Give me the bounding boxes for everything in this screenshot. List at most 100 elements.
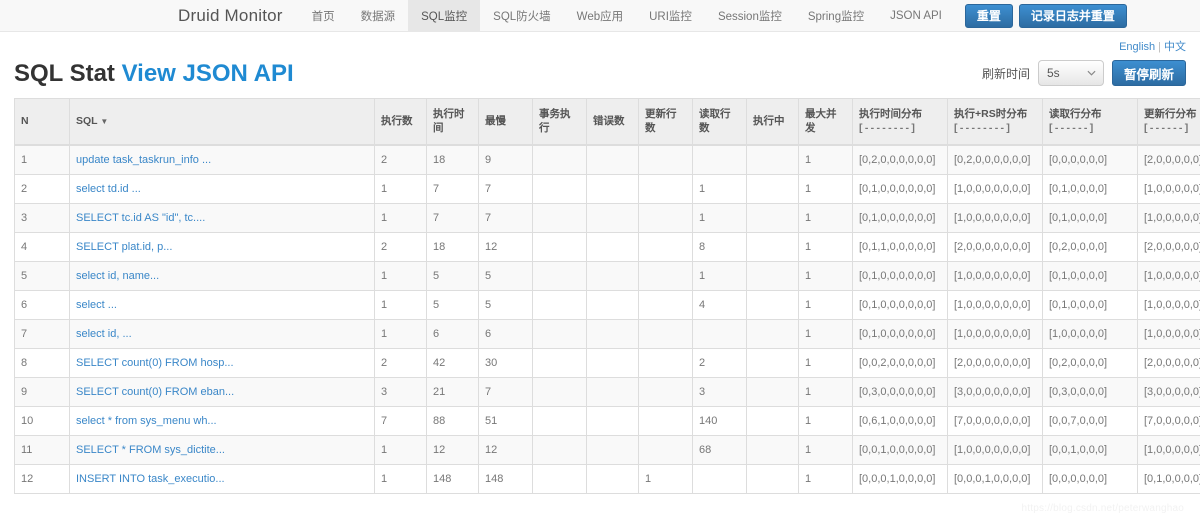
app-brand[interactable]: Druid Monitor [178,0,299,31]
pause-refresh-button[interactable]: 暂停刷新 [1112,60,1186,86]
cell-exec_time_hist: [0,3,0,0,0,0,0,0] [853,377,948,406]
cell-exec_time: 5 [427,261,479,290]
col-header-exec_rs_hist[interactable]: 执行+RS时分布[ - - - - - - - - ] [948,99,1043,145]
cell-tx_exec [533,435,587,464]
cell-error_count [587,435,639,464]
cell-tx_exec [533,203,587,232]
col-header-update_rows[interactable]: 更新行数 [639,99,693,145]
sql-detail-link[interactable]: SELECT tc.id AS "id", tc.... [76,212,205,224]
page-title-text: SQL Stat [14,60,115,87]
cell-max_concurrent: 1 [799,464,853,493]
col-header-max_concurrent[interactable]: 最大并发 [799,99,853,145]
lang-english-link[interactable]: English [1119,41,1155,53]
cell-sql: select td.id ... [70,174,375,203]
cell-sql: SELECT tc.id AS "id", tc.... [70,203,375,232]
cell-slowest: 7 [479,174,533,203]
cell-slowest: 7 [479,377,533,406]
cell-tx_exec [533,145,587,175]
sort-desc-icon[interactable]: ▼ [100,117,108,126]
col-header-exec_time[interactable]: 执行时间 [427,99,479,145]
cell-fetch_rows: 1 [693,174,747,203]
nav-link-0[interactable]: 首页 [299,0,348,31]
cell-fetch_rows [693,145,747,175]
view-json-api-link[interactable]: View JSON API [122,60,294,87]
cell-max_concurrent: 1 [799,435,853,464]
cell-error_count [587,232,639,261]
sql-detail-link[interactable]: select td.id ... [76,183,141,195]
col-header-running[interactable]: 执行中 [747,99,799,145]
col-header-label: 读取行数 [699,108,731,134]
nav-link-6[interactable]: Session监控 [705,0,795,31]
cell-exec_rs_hist: [1,0,0,0,0,0,0,0] [948,290,1043,319]
sql-detail-link[interactable]: select ... [76,299,117,311]
col-header-update_row_hist[interactable]: 更新行分布[ - - - - - - ] [1138,99,1200,145]
table-row: 12INSERT INTO task_executio...114814811[… [15,464,1200,493]
sql-detail-link[interactable]: SELECT plat.id, p... [76,241,172,253]
nav-link-1[interactable]: 数据源 [348,0,409,31]
nav-link-8[interactable]: JSON API [877,0,955,31]
col-header-n[interactable]: N [15,99,70,145]
cell-exec_rs_hist: [2,0,0,0,0,0,0,0] [948,348,1043,377]
col-header-fetch_rows[interactable]: 读取行数 [693,99,747,145]
nav-button-0[interactable]: 重置 [965,4,1013,28]
cell-update_rows [639,319,693,348]
table-row: 10select * from sys_menu wh...788511401[… [15,406,1200,435]
cell-fetch_rows: 3 [693,377,747,406]
col-header-sublabel: [ - - - - - - ] [1049,121,1131,135]
col-header-exec_count[interactable]: 执行数 [375,99,427,145]
cell-fetch_row_hist: [0,3,0,0,0,0] [1043,377,1138,406]
col-header-fetch_row_hist[interactable]: 读取行分布[ - - - - - - ] [1043,99,1138,145]
cell-running [747,232,799,261]
nav-button-1[interactable]: 记录日志并重置 [1019,4,1127,28]
col-header-error_count[interactable]: 错误数 [587,99,639,145]
cell-tx_exec [533,290,587,319]
cell-update_row_hist: [1,0,0,0,0,0] [1138,174,1200,203]
table-row: 4SELECT plat.id, p...2181281[0,1,1,0,0,0… [15,232,1200,261]
cell-slowest: 12 [479,232,533,261]
cell-exec_time: 148 [427,464,479,493]
cell-update_rows [639,203,693,232]
nav-link-5[interactable]: URI监控 [636,0,705,31]
cell-fetch_row_hist: [0,0,7,0,0,0] [1043,406,1138,435]
cell-update_rows [639,290,693,319]
col-header-tx_exec[interactable]: 事务执行 [533,99,587,145]
sql-detail-link[interactable]: INSERT INTO task_executio... [76,473,225,485]
cell-error_count [587,290,639,319]
sql-detail-link[interactable]: SELECT * FROM sys_dictite... [76,444,225,456]
refresh-interval-select[interactable]: 5s [1038,60,1104,86]
nav-link-4[interactable]: Web应用 [564,0,636,31]
table-row: 5select id, name...15511[0,1,0,0,0,0,0,0… [15,261,1200,290]
sql-detail-link[interactable]: select id, name... [76,270,159,282]
table-row: 9SELECT count(0) FROM eban...321731[0,3,… [15,377,1200,406]
nav-link-2[interactable]: SQL监控 [408,0,480,31]
nav-link-3[interactable]: SQL防火墙 [480,0,564,31]
table-row: 11SELECT * FROM sys_dictite...11212681[0… [15,435,1200,464]
lang-chinese-link[interactable]: 中文 [1164,41,1186,53]
cell-fetch_rows: 68 [693,435,747,464]
col-header-slowest[interactable]: 最慢 [479,99,533,145]
sql-detail-link[interactable]: select id, ... [76,328,132,340]
cell-tx_exec [533,464,587,493]
cell-running [747,261,799,290]
cell-fetch_row_hist: [0,1,0,0,0,0] [1043,174,1138,203]
sql-detail-link[interactable]: select * from sys_menu wh... [76,415,217,427]
cell-exec_time_hist: [0,1,0,0,0,0,0,0] [853,174,948,203]
sql-detail-link[interactable]: SELECT count(0) FROM hosp... [76,357,234,369]
col-header-label: 更新行数 [645,108,677,134]
sql-detail-link[interactable]: SELECT count(0) FROM eban... [76,386,234,398]
col-header-label: 读取行分布 [1049,108,1102,120]
col-header-sublabel: [ - - - - - - - - ] [954,121,1036,135]
nav-link-7[interactable]: Spring监控 [795,0,877,31]
cell-update_row_hist: [7,0,0,0,0,0] [1138,406,1200,435]
lang-separator: | [1158,41,1161,53]
cell-exec_time_hist: [0,0,0,1,0,0,0,0] [853,464,948,493]
col-header-sql[interactable]: SQL ▼ [70,99,375,145]
col-header-sublabel: [ - - - - - - - - ] [859,121,941,135]
refresh-interval-label: 刷新时间 [982,65,1030,82]
col-header-exec_time_hist[interactable]: 执行时间分布[ - - - - - - - - ] [853,99,948,145]
sql-detail-link[interactable]: update task_taskrun_info ... [76,154,211,166]
table-row: 8SELECT count(0) FROM hosp...2423021[0,0… [15,348,1200,377]
cell-max_concurrent: 1 [799,203,853,232]
col-header-sublabel: [ - - - - - - ] [1144,121,1200,135]
cell-update_row_hist: [3,0,0,0,0,0] [1138,377,1200,406]
